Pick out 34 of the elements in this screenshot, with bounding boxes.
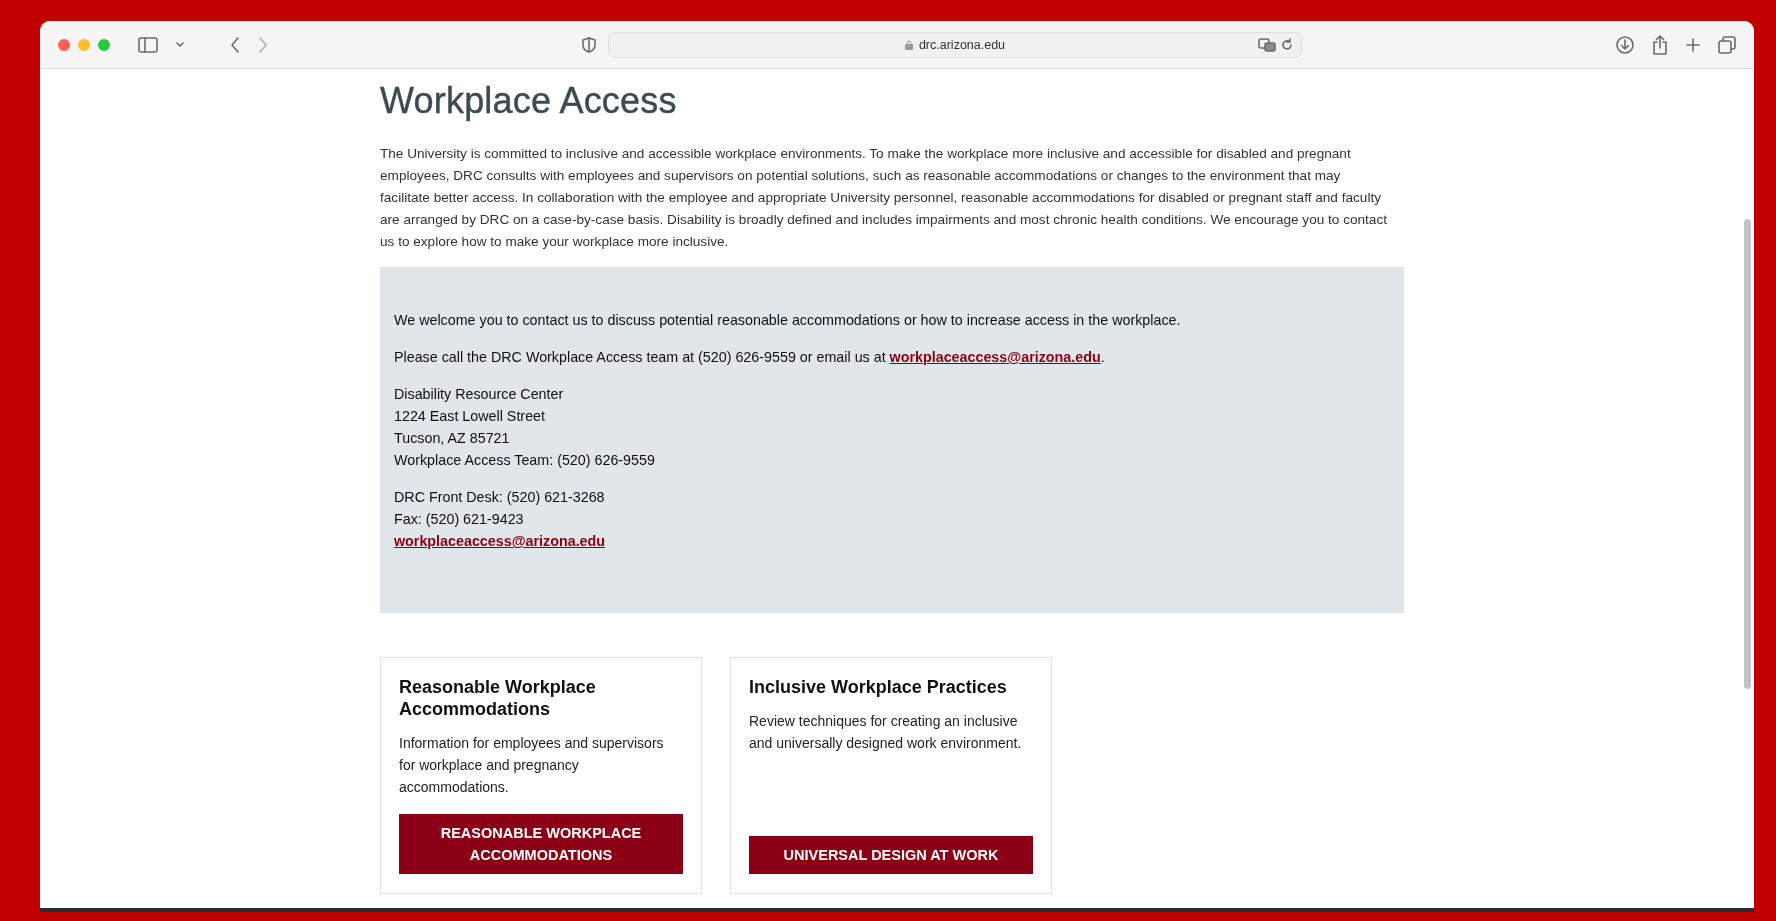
scrollbar-thumb[interactable] (1744, 219, 1751, 689)
call-text: Please call the DRC Workplace Access team at (520) 626-9559 or email us at (394, 349, 886, 365)
address-line: Tucson, AZ 85721 (394, 429, 511, 448)
reload-icon[interactable] (1281, 37, 1293, 52)
address-bar[interactable]: drc.arizona.edu (608, 31, 1302, 58)
card-title: Inclusive Workplace Practices (749, 676, 1008, 698)
card-title: Reasonable Workplace Accommodations (399, 676, 597, 720)
lock-icon (904, 39, 913, 50)
sidebar-icon[interactable] (138, 36, 158, 53)
tabs-overview-icon[interactable] (1718, 35, 1736, 54)
contact-line: DRC Front Desk: (520) 621-3268 (394, 488, 606, 507)
card-description: Review techniques for creating an inclusive and universally designed work environment. (749, 712, 1023, 753)
welcome-text: We welcome you to contact us to discuss potential reasonable accommodations or how to increase access in the workplace. (394, 311, 1182, 330)
contact-line: Fax: (520) 621-9423 (394, 510, 525, 529)
plus-icon[interactable] (1686, 37, 1700, 52)
card-link-button[interactable]: REASONABLE WORKPLACE ACCOMMODATIONS (399, 814, 683, 874)
address-line: Disability Resource Center (394, 385, 565, 404)
page-heading: Workplace Access (380, 79, 678, 123)
intro-paragraph: The University is committed to inclusive and accessible workplace environments. To make the workplace more inclusive and accessible for disabled and pregnant employees, DRC consults with employees and supervisors on potential solutions, such as reasonable accommodations or changes to the environment that may facilitate better access. In collaboration with the employee and appropriate University personnel, reasonable accommodations for disabled or pregnant staff and faculty are arranged by DRC on a case-by-case basis. Disability is broadly defined and includes impairments and most chronic health conditions. We encourage you to contact us to explore how to make your workplace more inclusive. (380, 145, 1388, 251)
email-link[interactable]: workplaceaccess@arizona.edu (889, 349, 1101, 365)
card-link-button[interactable]: UNIVERSAL DESIGN AT WORK (749, 836, 1033, 874)
share-icon[interactable] (1652, 34, 1668, 55)
back-icon[interactable] (230, 36, 240, 53)
close-window-button[interactable] (58, 38, 70, 51)
card-description: Information for employees and supervisors for workplace and pregnancy accommodations. (399, 734, 665, 797)
shield-icon[interactable] (582, 36, 596, 53)
email-link[interactable]: workplaceaccess@arizona.edu (394, 533, 606, 549)
period-text: . (1100, 349, 1105, 365)
translate-icon[interactable] (1258, 37, 1276, 52)
download-icon[interactable] (1616, 35, 1634, 54)
url-text: drc.arizona.edu (918, 37, 1006, 52)
chevron-down-icon[interactable] (176, 41, 184, 48)
address-line: Workplace Access Team: (520) 626-9559 (394, 451, 656, 470)
address-line: 1224 East Lowell Street (394, 407, 546, 426)
